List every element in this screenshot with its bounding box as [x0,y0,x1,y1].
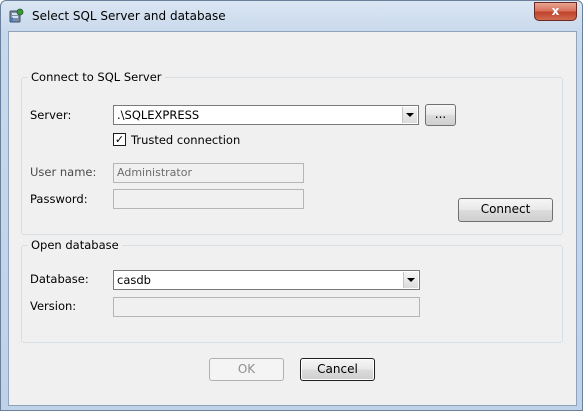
title-bar[interactable]: Select SQL Server and database x [1,1,582,31]
version-label: Version: [30,299,77,313]
connect-button[interactable]: Connect [458,198,553,222]
ok-button[interactable]: OK [209,358,284,381]
password-label: Password: [30,192,88,206]
database-combobox[interactable]: casdb [113,270,420,290]
server-combobox[interactable]: .\SQLEXPRESS [113,105,419,125]
username-label: User name: [30,165,97,179]
connect-button-label: Connect [480,202,531,216]
password-field[interactable] [113,189,304,209]
server-label: Server: [30,108,72,122]
window-title: Select SQL Server and database [32,9,226,23]
database-value: casdb [117,273,151,287]
ok-button-label: OK [237,362,256,376]
chevron-down-icon[interactable] [403,272,418,288]
cancel-button-label: Cancel [317,362,358,376]
database-group-legend: Open database [28,238,122,252]
browse-servers-button[interactable]: ... [425,104,456,126]
server-value: .\SQLEXPRESS [117,108,200,122]
connect-groupbox: Connect to SQL Server Server: .\SQLEXPRE… [21,70,563,235]
dialog-client-area: Connect to SQL Server Server: .\SQLEXPRE… [8,31,577,406]
database-label: Database: [30,272,89,286]
connect-group-legend: Connect to SQL Server [28,70,165,84]
checkmark-icon: ✓ [114,133,125,146]
username-field[interactable]: Administrator [113,163,304,183]
database-app-icon [8,8,24,24]
browse-button-label: ... [434,107,447,121]
chevron-down-icon[interactable] [402,107,417,123]
version-field [113,297,420,317]
trusted-connection-checkbox[interactable]: ✓ [113,133,126,146]
trusted-connection-label[interactable]: Trusted connection [131,133,240,147]
cancel-button[interactable]: Cancel [300,358,375,381]
username-value: Administrator [117,166,192,179]
database-groupbox: Open database Database: casdb Version: [21,238,563,343]
close-button[interactable]: x [534,2,577,21]
dialog-window: Select SQL Server and database x Connect… [0,0,583,411]
close-icon: x [551,4,560,18]
